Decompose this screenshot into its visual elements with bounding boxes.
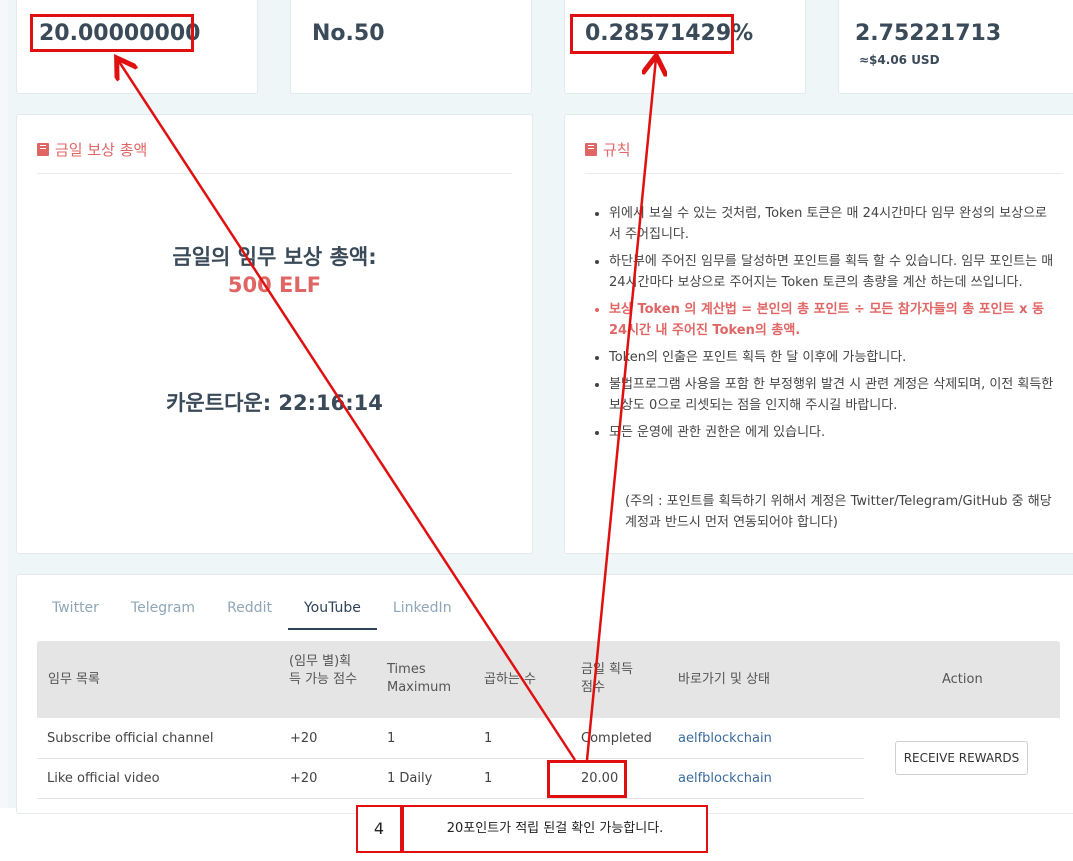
- cell-task: Like official video: [47, 771, 160, 786]
- countdown: 카운트다운: 22:16:14: [166, 391, 383, 415]
- rule-item: 위에서 보실 수 있는 것처럼, Token 토큰은 매 24시간마다 임무 완…: [609, 203, 1057, 245]
- annotation-box-today-points: [547, 760, 627, 798]
- stat-sub-usd: ≈$4.06 USD: [859, 53, 940, 67]
- tab-reddit[interactable]: Reddit: [211, 592, 288, 630]
- divider: [37, 173, 512, 174]
- stat-card-reward: 2.75221713 ≈$4.06 USD: [838, 0, 1073, 94]
- header-today: 금일 획득 점수: [581, 662, 633, 695]
- stat-value-reward: 2.75221713: [855, 21, 1002, 46]
- rule-item: 모든 운영에 관한 권한은 에게 있습니다.: [609, 422, 1057, 443]
- cell-points: +20: [290, 771, 318, 786]
- tab-youtube[interactable]: YouTube: [287, 592, 377, 630]
- header-times: Times Maximum: [387, 662, 452, 695]
- tab-twitter[interactable]: Twitter: [36, 592, 115, 630]
- reward-total-label: 금일의 임무 보상 총액:: [172, 245, 377, 269]
- cell-multiplier: 1: [484, 731, 493, 746]
- book-icon: [585, 143, 597, 156]
- reward-total-value: 500 ELF: [227, 273, 322, 297]
- stat-card-rank: No.50: [290, 0, 532, 94]
- book-icon: [37, 143, 49, 156]
- rules-note: (주의 : 포인트를 획득하기 위해서 계정은 Twitter/Telegram…: [625, 494, 1052, 530]
- header-action: Action: [942, 672, 983, 687]
- social-tabs: Twitter Telegram Reddit YouTube LinkedIn: [36, 592, 468, 630]
- rules-panel: 규칙 위에서 보실 수 있는 것처럼, Token 토큰은 매 24시간마다 임…: [564, 114, 1073, 554]
- callout-step-number: 4: [356, 805, 402, 853]
- cell-link[interactable]: aelfblockchain: [678, 771, 772, 786]
- table-header: 임무 목록 (임무 별)획득 가능 점수 Times Maximum 곱하는 수…: [37, 641, 1060, 718]
- tab-telegram[interactable]: Telegram: [115, 592, 211, 630]
- tab-linkedin[interactable]: LinkedIn: [377, 592, 468, 630]
- annotation-box-share: [570, 14, 734, 54]
- reward-panel: 금일 보상 총액 금일의 임무 보상 총액: 500 ELF 카운트다운: 22…: [16, 114, 533, 554]
- cell-times: 1: [387, 731, 396, 746]
- header-task: 임무 목록: [48, 672, 100, 687]
- annotation-box-points: [30, 14, 194, 52]
- header-multiplier: 곱하는 수: [484, 672, 536, 687]
- rules-list: 위에서 보실 수 있는 것처럼, Token 토큰은 매 24시간마다 임무 완…: [609, 203, 1057, 449]
- table-row: Like official video +20 1 Daily 1 20.00 …: [37, 759, 864, 799]
- cell-today: Completed: [581, 731, 652, 746]
- cell-link[interactable]: aelfblockchain: [678, 731, 772, 746]
- table-row: Subscribe official channel +20 1 1 Compl…: [37, 719, 864, 759]
- rule-item: Token의 인출은 포인트 획득 한 달 이후에 가능합니다.: [609, 347, 1057, 368]
- rule-item: 하단부에 주어진 임무를 달성하면 포인트를 획득 할 수 있습니다. 임무 포…: [609, 251, 1057, 293]
- receive-rewards-button[interactable]: RECEIVE REWARDS: [895, 741, 1028, 775]
- reward-panel-title: 금일 보상 총액: [37, 139, 147, 160]
- callout-text: 20포인트가 적립 된걸 확인 가능합니다.: [402, 805, 708, 853]
- left-strip: [0, 0, 8, 808]
- cell-task: Subscribe official channel: [47, 731, 214, 746]
- cell-points: +20: [290, 731, 318, 746]
- divider: [585, 173, 1063, 174]
- rules-panel-title: 규칙: [585, 139, 631, 160]
- cell-multiplier: 1: [484, 771, 493, 786]
- rule-item: 불법프로그램 사용을 포함 한 부정행위 발견 시 관련 계정은 삭제되며, 이…: [609, 374, 1057, 416]
- header-link-status: 바로가기 및 상태: [678, 672, 770, 687]
- header-points: (임무 별)획득 가능 점수: [289, 654, 358, 687]
- stat-value-rank: No.50: [312, 21, 385, 46]
- rule-item-formula: 보상 Token 의 계산법 = 본인의 총 포인트 ÷ 모든 참가자들의 총 …: [609, 299, 1057, 341]
- cell-times: 1 Daily: [387, 771, 433, 786]
